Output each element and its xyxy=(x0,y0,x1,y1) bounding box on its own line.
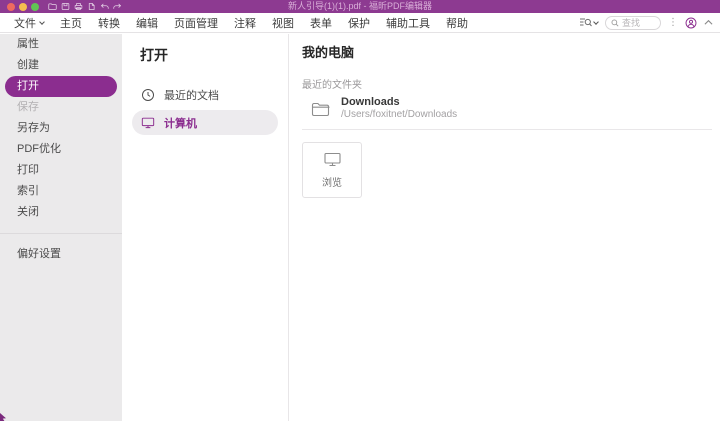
search-icon xyxy=(611,19,619,27)
menu-item-label: 页面管理 xyxy=(174,15,218,31)
menu-item-label: 表单 xyxy=(310,15,332,31)
backstage-view: 属性创建打开保存另存为PDF优化打印索引关闭偏好设置 打开 最近的文档计算机 我… xyxy=(0,34,720,421)
open-location-label: 最近的文档 xyxy=(164,87,219,103)
menu-item-4[interactable]: 编辑 xyxy=(128,15,166,31)
sidebar-item-5[interactable]: 另存为 xyxy=(0,118,122,139)
recent-folder-row[interactable]: Downloads/Users/foxitnet/Downloads xyxy=(302,96,712,121)
sidebar-item-4: 保存 xyxy=(0,97,122,118)
menu-item-2[interactable]: 主页 xyxy=(52,15,90,31)
menu-item-6[interactable]: 注释 xyxy=(226,15,264,31)
menu-item-label: 文件 xyxy=(14,15,36,31)
menu-item-label: 帮助 xyxy=(446,15,468,31)
file-menu-sidebar: 属性创建打开保存另存为PDF优化打印索引关闭偏好设置 xyxy=(0,34,122,421)
menu-item-11[interactable]: 帮助 xyxy=(438,15,476,31)
computer-icon xyxy=(141,116,155,130)
document-icon[interactable] xyxy=(87,2,96,11)
computer-panel-title: 我的电脑 xyxy=(302,42,712,61)
sidebar-item-8[interactable]: 索引 xyxy=(0,181,122,202)
menu-item-10[interactable]: 辅助工具 xyxy=(378,15,438,31)
sidebar-item-preferences[interactable]: 偏好设置 xyxy=(0,244,122,265)
sidebar-item-1[interactable]: 属性 xyxy=(0,34,122,55)
menu-item-label: 注释 xyxy=(234,15,256,31)
chevron-down-icon xyxy=(593,19,599,25)
browse-label: 浏览 xyxy=(322,174,342,189)
open-location-computer[interactable]: 计算机 xyxy=(132,110,278,135)
menu-item-5[interactable]: 页面管理 xyxy=(166,15,226,31)
sidebar-item-6[interactable]: PDF优化 xyxy=(0,139,122,160)
menu-item-label: 辅助工具 xyxy=(386,15,430,31)
folder-icon xyxy=(311,101,330,117)
account-icon[interactable] xyxy=(685,17,697,29)
open-panel: 打开 最近的文档计算机 xyxy=(122,34,289,421)
open-panel-title: 打开 xyxy=(140,45,288,65)
menu-items: 文件 主页转换编辑页面管理注释视图表单保护辅助工具帮助 xyxy=(6,15,476,31)
menu-item-label: 转换 xyxy=(98,15,120,31)
open-folder-icon[interactable] xyxy=(48,2,57,11)
minimize-window-button[interactable] xyxy=(19,3,27,11)
recent-folders-label: 最近的文件夹 xyxy=(302,76,712,91)
computer-panel: 我的电脑 最近的文件夹 Downloads/Users/foxitnet/Dow… xyxy=(290,34,720,421)
menu-item-label: 视图 xyxy=(272,15,294,31)
chevron-down-icon xyxy=(39,19,45,25)
find-search-box[interactable] xyxy=(605,16,661,30)
sidebar-item-9[interactable]: 关闭 xyxy=(0,202,122,223)
sidebar-divider xyxy=(0,233,122,234)
menu-item-label: 编辑 xyxy=(136,15,158,31)
open-location-clock[interactable]: 最近的文档 xyxy=(132,82,278,107)
print-icon[interactable] xyxy=(74,2,83,11)
menubar: 文件 主页转换编辑页面管理注释视图表单保护辅助工具帮助 ⋮ xyxy=(0,13,720,33)
open-location-list: 最近的文档计算机 xyxy=(122,82,288,135)
maximize-window-button[interactable] xyxy=(31,3,39,11)
mouse-cursor xyxy=(0,412,8,421)
undo-icon[interactable] xyxy=(100,2,109,11)
titlebar: 新人引导(1)(1).pdf - 福昕PDF编辑器 xyxy=(0,0,720,13)
menubar-right-controls: ⋮ xyxy=(579,16,713,30)
save-icon[interactable] xyxy=(61,2,70,11)
find-input[interactable] xyxy=(622,18,655,28)
menu-item-3[interactable]: 转换 xyxy=(90,15,128,31)
find-replace-dropdown[interactable] xyxy=(579,17,598,28)
menu-item-1[interactable]: 文件 xyxy=(6,15,52,31)
menu-item-7[interactable]: 视图 xyxy=(264,15,302,31)
sidebar-item-7[interactable]: 打印 xyxy=(0,160,122,181)
folder-text: Downloads/Users/foxitnet/Downloads xyxy=(341,96,457,121)
menu-item-label: 主页 xyxy=(60,15,82,31)
redo-icon[interactable] xyxy=(113,2,122,11)
folder-path: /Users/foxitnet/Downloads xyxy=(341,109,457,121)
folder-name: Downloads xyxy=(341,96,457,109)
open-location-label: 计算机 xyxy=(164,115,197,131)
more-options-icon[interactable]: ⋮ xyxy=(668,18,678,28)
browse-button[interactable]: 浏览 xyxy=(302,142,362,198)
quick-access-toolbar xyxy=(48,2,122,11)
close-window-button[interactable] xyxy=(7,3,15,11)
clock-icon xyxy=(141,88,155,102)
traffic-lights xyxy=(7,3,39,11)
computer-icon xyxy=(324,152,341,167)
sidebar-item-2[interactable]: 创建 xyxy=(0,55,122,76)
collapse-ribbon-icon[interactable] xyxy=(704,18,713,27)
sidebar-item-3[interactable]: 打开 xyxy=(5,76,117,97)
menu-item-label: 保护 xyxy=(348,15,370,31)
menu-item-8[interactable]: 表单 xyxy=(302,15,340,31)
divider xyxy=(302,129,712,130)
menu-item-9[interactable]: 保护 xyxy=(340,15,378,31)
recent-folders-list: Downloads/Users/foxitnet/Downloads xyxy=(302,96,712,121)
